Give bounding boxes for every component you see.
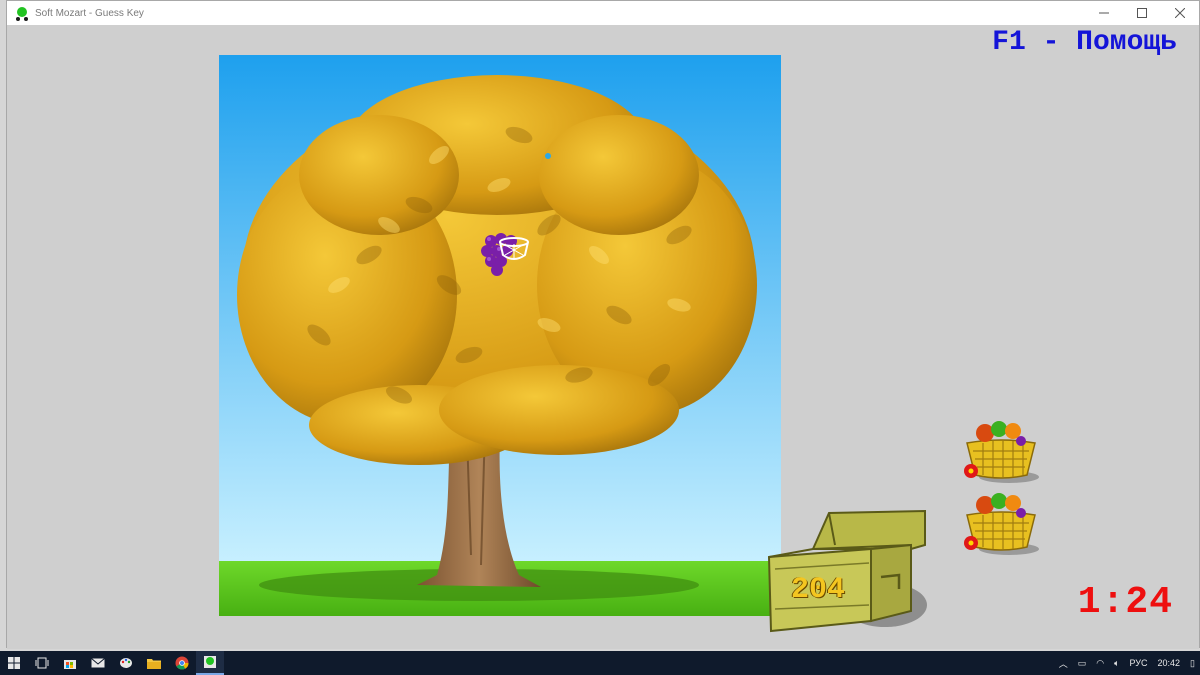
network-icon[interactable]: ◠ (1096, 658, 1104, 669)
start-button[interactable] (0, 651, 28, 675)
language-indicator[interactable]: РУС (1129, 658, 1147, 668)
taskbar-soft-mozart[interactable] (196, 651, 224, 675)
volume-icon[interactable]: 🔈︎ (1114, 658, 1119, 669)
window-title: Soft Mozart - Guess Key (35, 7, 144, 19)
maximize-button[interactable] (1123, 1, 1161, 25)
close-icon (1175, 8, 1185, 18)
soft-mozart-app-icon (16, 7, 28, 21)
chrome-icon (175, 656, 189, 670)
taskbar-file-explorer[interactable] (140, 651, 168, 675)
tree-scene (219, 55, 781, 616)
close-button[interactable] (1161, 1, 1199, 25)
task-view-button[interactable] (28, 651, 56, 675)
taskbar-mail[interactable] (84, 651, 112, 675)
windows-taskbar: ︿ ▭ ◠ 🔈︎ РУС 20:42 ▯ (0, 651, 1200, 675)
treasure-chest-icon (767, 509, 927, 633)
help-hint: F1 - Помощь (992, 27, 1177, 58)
notifications-icon[interactable]: ▯ (1190, 658, 1195, 669)
windows-start-icon (8, 657, 20, 669)
minimize-button[interactable] (1085, 1, 1123, 25)
soft-mozart-icon (204, 656, 216, 668)
battery-icon[interactable]: ▭ (1078, 658, 1087, 669)
taskbar-chrome[interactable] (168, 651, 196, 675)
countdown-timer: 1:24 (1077, 581, 1173, 624)
taskbar-store[interactable] (56, 651, 84, 675)
basket-life-icon (964, 421, 1039, 483)
system-tray: ︿ ▭ ◠ 🔈︎ РУС 20:42 ▯ (1054, 651, 1200, 675)
game-area: F1 - Помощь 204 1:24 (7, 25, 1199, 649)
clock[interactable]: 20:42 (1158, 658, 1181, 668)
score-display: 204 (790, 573, 845, 607)
mail-icon (91, 658, 105, 668)
basket-cursor-icon (499, 237, 529, 260)
taskbar-paint[interactable] (112, 651, 140, 675)
basket-life-icon (964, 493, 1039, 555)
maximize-icon (1137, 8, 1147, 18)
task-view-icon (35, 657, 49, 669)
chevron-up-icon[interactable]: ︿ (1059, 657, 1068, 670)
minimize-icon (1099, 12, 1109, 14)
paint-icon (120, 658, 132, 668)
file-explorer-icon (147, 659, 161, 669)
store-icon (64, 660, 76, 669)
title-bar[interactable]: Soft Mozart - Guess Key (7, 1, 1199, 25)
foliage-sparkle (545, 153, 551, 159)
app-window: Soft Mozart - Guess Key F1 - Помощь 204 … (6, 0, 1200, 649)
